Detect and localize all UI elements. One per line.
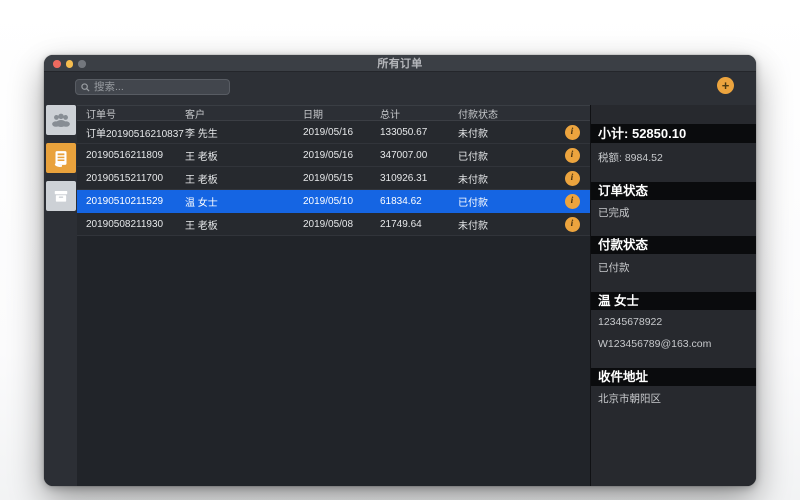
payment-status-cell: 未付款 — [458, 125, 554, 140]
tax-label: 税额: — [598, 152, 622, 164]
search-field[interactable] — [75, 79, 230, 95]
search-input[interactable] — [94, 81, 224, 93]
info-button[interactable]: i — [565, 171, 580, 186]
sidebar-rail — [44, 105, 77, 486]
table-row[interactable]: 20190515211700 王 老板 2019/05/15 310926.31… — [77, 167, 590, 190]
table-row-selected[interactable]: 20190510211529 温 女士 2019/05/10 61834.62 … — [77, 190, 590, 213]
sidebar-item-customers[interactable] — [46, 105, 76, 135]
info-button[interactable]: i — [565, 217, 580, 232]
customer-cell: 王 老板 — [185, 171, 303, 186]
app-body: 订单号 客户 日期 总计 付款状态 订单20190516210837 李 先生 … — [44, 105, 756, 486]
sidebar-item-orders[interactable] — [46, 143, 76, 173]
date-cell: 2019/05/08 — [303, 219, 380, 230]
sidebar-item-inventory[interactable] — [46, 181, 76, 211]
column-header-order-no[interactable]: 订单号 — [86, 106, 185, 121]
toolbar: + — [44, 72, 756, 105]
order-no-cell: 20190508211930 — [86, 219, 185, 230]
column-header-total[interactable]: 总计 — [380, 106, 458, 121]
customer-cell: 王 老板 — [185, 148, 303, 163]
shipping-address-value: 北京市朝阳区 — [598, 391, 661, 406]
order-no-cell: 20190510211529 — [86, 196, 185, 207]
total-cell: 133050.67 — [380, 127, 458, 138]
order-status-header: 订单状态 — [591, 182, 756, 200]
search-icon — [81, 83, 90, 92]
window-title: 所有订单 — [377, 55, 422, 71]
traffic-lights — [53, 60, 86, 68]
table-row[interactable]: 订单20190516210837 李 先生 2019/05/16 133050.… — [77, 121, 590, 144]
payment-status-value: 已付款 — [598, 260, 630, 275]
total-cell: 61834.62 — [380, 196, 458, 207]
orders-table: 订单号 客户 日期 总计 付款状态 订单20190516210837 李 先生 … — [77, 105, 590, 486]
minimize-button[interactable] — [66, 60, 74, 68]
shipping-address-header: 收件地址 — [591, 368, 756, 386]
order-status-value: 已完成 — [598, 205, 630, 220]
column-header-customer[interactable]: 客户 — [185, 106, 303, 121]
tax-value: 8984.52 — [625, 152, 663, 164]
date-cell: 2019/05/10 — [303, 196, 380, 207]
order-no-cell: 订单20190516210837 — [86, 125, 185, 140]
app-window: 所有订单 + — [44, 55, 756, 486]
date-cell: 2019/05/16 — [303, 150, 380, 161]
total-cell: 21749.64 — [380, 219, 458, 230]
zoom-button[interactable] — [78, 60, 86, 68]
close-button[interactable] — [53, 60, 61, 68]
order-no-cell: 20190516211809 — [86, 150, 185, 161]
table-row[interactable]: 20190516211809 王 老板 2019/05/16 347007.00… — [77, 144, 590, 167]
customer-cell: 温 女士 — [185, 194, 303, 209]
order-detail-panel: 小计: 52850.10 税额: 8984.52 订单状态 已完成 付款状态 已… — [591, 105, 756, 486]
title-bar[interactable]: 所有订单 — [44, 55, 756, 72]
subtotal-value: 52850.10 — [632, 126, 686, 141]
column-header-date[interactable]: 日期 — [303, 106, 380, 121]
payment-status-cell: 未付款 — [458, 217, 554, 232]
total-cell: 347007.00 — [380, 150, 458, 161]
payment-status-header: 付款状态 — [591, 236, 756, 254]
payment-status-cell: 已付款 — [458, 148, 554, 163]
customer-phone: 12345678922 — [598, 316, 662, 328]
order-no-cell: 20190515211700 — [86, 173, 185, 184]
column-header-status[interactable]: 付款状态 — [458, 106, 554, 121]
customer-cell: 李 先生 — [185, 125, 303, 140]
customer-email: W123456789@163.com — [598, 338, 711, 350]
tax-line: 税额: 8984.52 — [598, 150, 663, 165]
ledger-icon — [50, 147, 72, 169]
payment-status-cell: 未付款 — [458, 171, 554, 186]
table-row[interactable]: 20190508211930 王 老板 2019/05/08 21749.64 … — [77, 213, 590, 236]
customer-name-header: 温 女士 — [591, 292, 756, 310]
people-icon — [50, 109, 72, 131]
info-button[interactable]: i — [565, 194, 580, 209]
info-button[interactable]: i — [565, 125, 580, 140]
date-cell: 2019/05/15 — [303, 173, 380, 184]
payment-status-cell: 已付款 — [458, 194, 554, 209]
date-cell: 2019/05/16 — [303, 127, 380, 138]
info-button[interactable]: i — [565, 148, 580, 163]
box-icon — [50, 185, 72, 207]
subtotal-header: 小计: 52850.10 — [591, 124, 756, 143]
table-header-row: 订单号 客户 日期 总计 付款状态 — [77, 105, 590, 121]
subtotal-label: 小计: — [598, 126, 628, 141]
total-cell: 310926.31 — [380, 173, 458, 184]
add-order-button[interactable]: + — [717, 77, 734, 94]
customer-cell: 王 老板 — [185, 217, 303, 232]
